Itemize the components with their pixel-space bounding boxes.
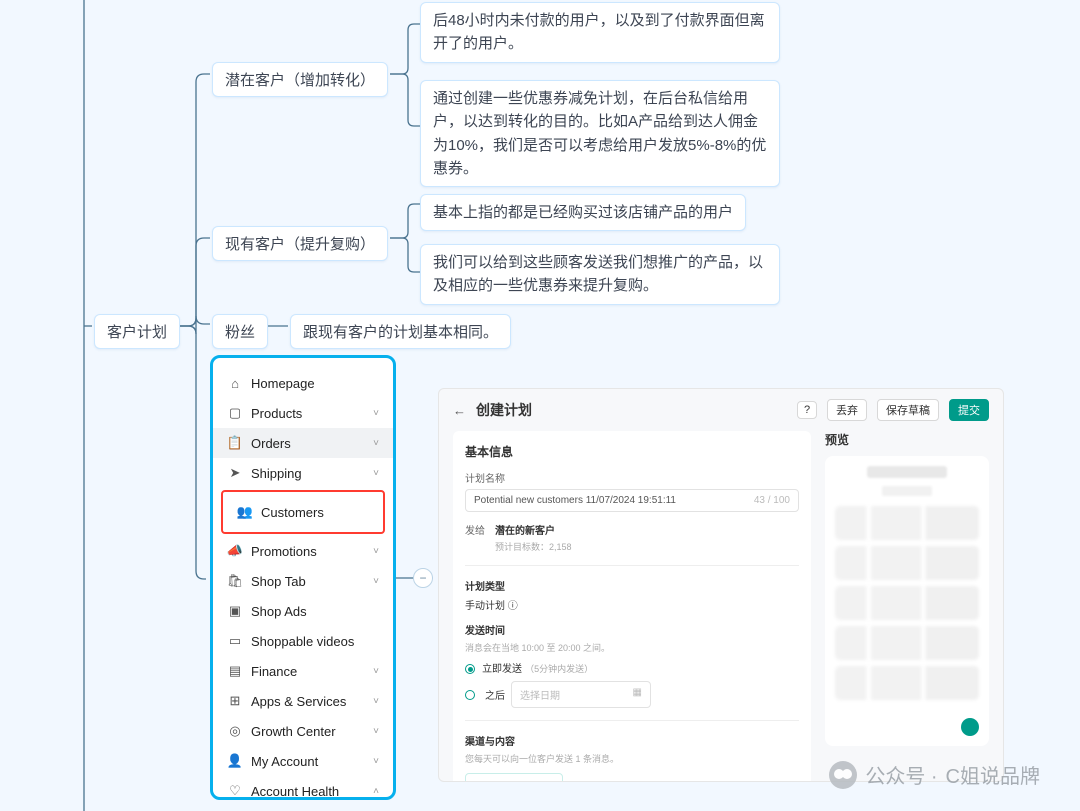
node-existing-child-1[interactable]: 我们可以给到这些顾客发送我们想推广的产品，以及相应的一些优惠券来提升复购。 xyxy=(420,244,780,305)
sidebar-item-label: My Account xyxy=(251,754,318,769)
preview-shop-name xyxy=(867,466,947,478)
sidebar-item-label: Orders xyxy=(251,436,291,451)
sendto-count: 预计目标数：2,158 xyxy=(495,540,572,553)
wechat-icon xyxy=(829,761,857,789)
sendto-value: 潜在的新客户 xyxy=(495,522,572,537)
timing-hint: 消息会在当地 10:00 至 20:00 之间。 xyxy=(465,641,799,654)
sidebar-item-label: Promotions xyxy=(251,544,317,559)
preview-card xyxy=(825,456,989,746)
sidebar-item-finance[interactable]: ▤ Finance ˅ xyxy=(213,656,393,686)
label-plan-name: 计划名称 xyxy=(465,470,799,485)
sidebar-item-label: Shipping xyxy=(251,466,302,481)
sidebar-item-label: Finance xyxy=(251,664,297,679)
chevron-down-icon: ˅ xyxy=(373,408,379,419)
plan-type-value: 手动计划 ⓘ xyxy=(465,597,799,612)
admin-preview: 预览 xyxy=(825,431,989,782)
shield-icon: ♡ xyxy=(227,783,243,799)
sidebar-item-shop-ads[interactable]: ▣ Shop Ads xyxy=(213,596,393,626)
node-potential-child-0[interactable]: 后48小时内未付款的用户，以及到了付款界面但离开了的用户。 xyxy=(420,2,780,63)
users-icon: 👥 xyxy=(237,504,253,520)
chevron-down-icon: ˅ xyxy=(373,468,379,479)
radio-send-now[interactable] xyxy=(465,664,475,674)
sidebar-item-label: Apps & Services xyxy=(251,694,346,709)
collapse-knob-icon[interactable]: − xyxy=(413,568,433,588)
sidebar-item-growth-center[interactable]: ◎ Growth Center ˅ xyxy=(213,716,393,746)
node-existing-child-0[interactable]: 基本上指的都是已经购买过该店铺产品的用户 xyxy=(420,194,746,231)
plan-name-input[interactable]: Potential new customers 11/07/2024 19:51… xyxy=(465,489,799,512)
admin-title: 创建计划 xyxy=(476,400,532,420)
sidebar-item-label: Products xyxy=(251,406,302,421)
section-plan-type: 计划类型 xyxy=(465,578,799,593)
customers-highlight-box: 👥 Customers xyxy=(221,490,385,534)
video-icon: ▭ xyxy=(227,633,243,649)
help-button[interactable]: ? xyxy=(797,401,817,419)
target-icon: ◎ xyxy=(227,723,243,739)
chevron-up-icon: ˄ xyxy=(373,786,379,797)
node-root[interactable]: 客户计划 xyxy=(94,314,180,349)
radio-send-later[interactable] xyxy=(465,690,475,700)
sidebar-item-customers[interactable]: 👥 Customers xyxy=(223,497,383,527)
section-channel: 渠道与内容 xyxy=(465,733,799,748)
box-icon: ▢ xyxy=(227,405,243,421)
chevron-down-icon: ˅ xyxy=(373,696,379,707)
grid-icon: ⊞ xyxy=(227,693,243,709)
sidebar-item-label: Shop Tab xyxy=(251,574,306,589)
admin-form: 基本信息 计划名称 Potential new customers 11/07/… xyxy=(453,431,811,782)
wallet-icon: ▤ xyxy=(227,663,243,679)
preview-title: 预览 xyxy=(825,431,989,448)
sidebar-panel: ⌂ Homepage ▢ Products ˅ 📋 Orders ˅ ➤ Shipping ˅ 👥 Cu… xyxy=(210,355,396,800)
label-sendto: 发给 xyxy=(465,522,485,537)
chevron-down-icon: ˅ xyxy=(373,546,379,557)
submit-button[interactable]: 提交 xyxy=(949,399,989,421)
node-fans[interactable]: 粉丝 xyxy=(212,314,268,349)
node-fans-child-0[interactable]: 跟现有客户的计划基本相同。 xyxy=(290,314,511,349)
date-input[interactable]: 选择日期▦ xyxy=(511,681,651,708)
sidebar-item-apps-services[interactable]: ⊞ Apps & Services ˅ xyxy=(213,686,393,716)
sidebar-item-label: Account Health xyxy=(251,784,339,799)
sidebar-item-promotions[interactable]: 📣 Promotions ˅ xyxy=(213,536,393,566)
bag-icon: 🛍 xyxy=(227,573,243,589)
sidebar-item-label: Shoppable videos xyxy=(251,634,354,649)
chip-chat[interactable]: 聊天⟳ xyxy=(465,773,563,782)
node-existing[interactable]: 现有客户（提升复购） xyxy=(212,226,388,261)
sidebar-item-shop-tab[interactable]: 🛍 Shop Tab ˅ xyxy=(213,566,393,596)
section-basic: 基本信息 xyxy=(465,443,799,460)
chevron-down-icon: ˅ xyxy=(373,438,379,449)
sidebar-item-orders[interactable]: 📋 Orders ˅ xyxy=(213,428,393,458)
sidebar-item-products[interactable]: ▢ Products ˅ xyxy=(213,398,393,428)
preview-send-icon xyxy=(961,718,979,736)
sidebar-item-label: Shop Ads xyxy=(251,604,307,619)
channel-hint: 您每天可以向一位客户发送 1 条消息。 xyxy=(465,752,799,765)
home-icon: ⌂ xyxy=(227,375,243,391)
save-draft-button[interactable]: 保存草稿 xyxy=(877,399,939,421)
discard-button[interactable]: 丢弃 xyxy=(827,399,867,421)
truck-icon: ➤ xyxy=(227,465,243,481)
admin-panel: ← 创建计划 ? 丢弃 保存草稿 提交 基本信息 计划名称 Potential … xyxy=(438,388,1004,782)
back-icon[interactable]: ← xyxy=(453,403,466,418)
ads-icon: ▣ xyxy=(227,603,243,619)
node-potential[interactable]: 潜在客户（增加转化） xyxy=(212,62,388,97)
chevron-down-icon: ˅ xyxy=(373,576,379,587)
chevron-down-icon: ˅ xyxy=(373,726,379,737)
sidebar-item-homepage[interactable]: ⌂ Homepage xyxy=(213,368,393,398)
sidebar-item-label: Customers xyxy=(261,505,324,520)
label-timing: 发送时间 xyxy=(465,622,799,637)
user-icon: 👤 xyxy=(227,753,243,769)
sidebar-item-my-account[interactable]: 👤 My Account ˅ xyxy=(213,746,393,776)
sidebar-item-label: Homepage xyxy=(251,376,315,391)
chevron-down-icon: ˅ xyxy=(373,666,379,677)
admin-header: ← 创建计划 ? 丢弃 保存草稿 提交 xyxy=(453,399,989,421)
node-potential-child-1[interactable]: 通过创建一些优惠券减免计划，在后台私信给用户，以达到转化的目的。比如A产品给到达… xyxy=(420,80,780,187)
sidebar-item-account-health[interactable]: ♡ Account Health ˄ xyxy=(213,776,393,800)
megaphone-icon: 📣 xyxy=(227,543,243,559)
sidebar-item-label: Growth Center xyxy=(251,724,336,739)
clipboard-icon: 📋 xyxy=(227,435,243,451)
sidebar-item-shoppable-videos[interactable]: ▭ Shoppable videos xyxy=(213,626,393,656)
chevron-down-icon: ˅ xyxy=(373,756,379,767)
sidebar-item-shipping[interactable]: ➤ Shipping ˅ xyxy=(213,458,393,488)
watermark: 公众号 · C姐说品牌 xyxy=(829,760,1040,789)
